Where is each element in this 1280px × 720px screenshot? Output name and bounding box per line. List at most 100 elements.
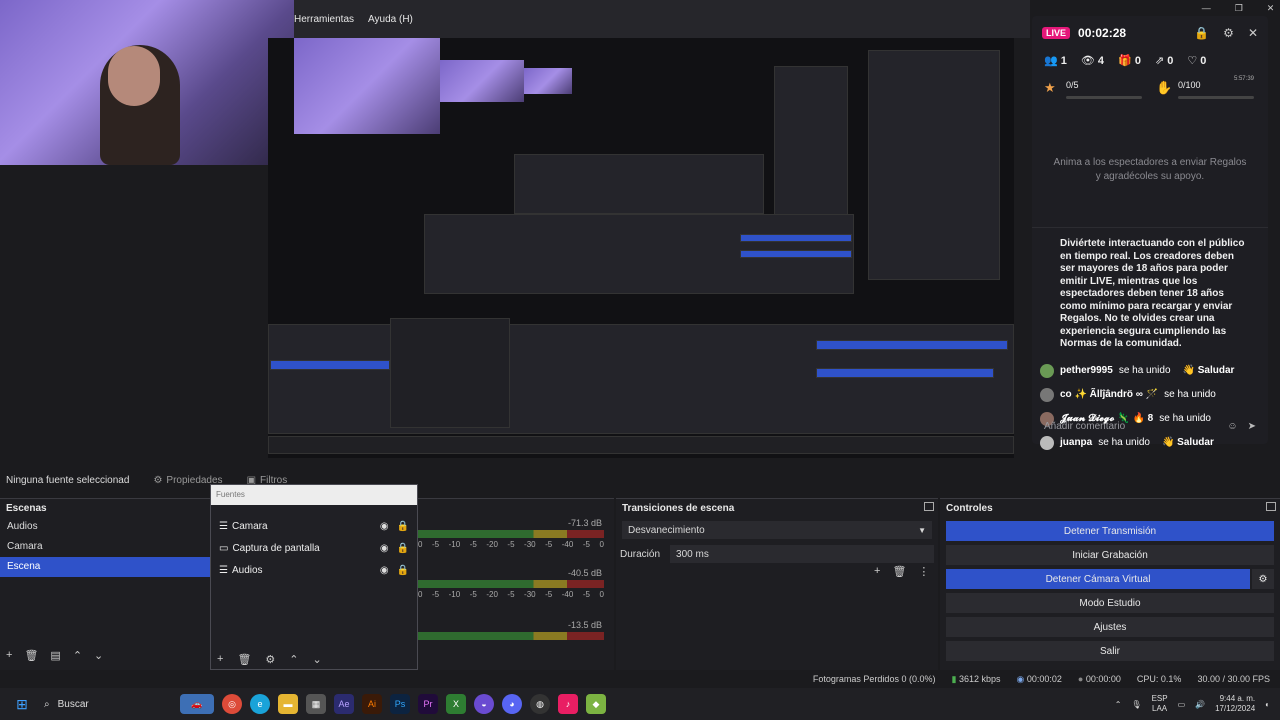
start-recording-button[interactable]: Iniciar Grabación <box>946 545 1274 565</box>
tick: 0 <box>418 540 423 549</box>
lock-icon[interactable]: 🔒 <box>397 543 409 554</box>
source-item-camara[interactable]: ☰ Camara ◉ 🔒 <box>211 515 417 537</box>
greet-button[interactable]: 👋 Saludar <box>1162 437 1214 448</box>
greet-button[interactable]: 👋 Saludar <box>1183 365 1235 376</box>
chevron-up-icon[interactable]: ⌃ <box>1115 700 1122 709</box>
lock-icon[interactable]: 🔒 <box>1194 26 1209 40</box>
illustrator-icon[interactable]: Ai <box>362 694 382 714</box>
virtual-camera-settings-icon[interactable]: ⚙ <box>1252 569 1274 589</box>
source-item-capture[interactable]: ▭ Captura de pantalla ◉ 🔒 <box>211 537 417 559</box>
volume-icon[interactable]: 🔊 <box>1195 700 1205 709</box>
audio-meter-3 <box>418 632 604 640</box>
add-icon[interactable]: + <box>874 565 880 578</box>
minimize-icon[interactable]: — <box>1202 3 1211 13</box>
chat-goals: ★ 0/5 ✋ 0/100 5:57:39 <box>1032 70 1268 112</box>
preview-blue-1 <box>740 234 852 242</box>
trash-icon[interactable]: 🗑 <box>24 649 38 662</box>
after-effects-icon[interactable]: Ae <box>334 694 354 714</box>
obs-preview[interactable] <box>268 38 1014 458</box>
add-icon[interactable]: + <box>217 653 223 666</box>
bitrate-value: 3612 kbps <box>958 673 1001 684</box>
edge-icon[interactable]: e <box>250 694 270 714</box>
stop-virtual-camera-button[interactable]: Detener Cámara Virtual <box>946 569 1250 589</box>
tick: -5 <box>507 590 515 599</box>
transition-select[interactable]: Desvanecimiento ▼ <box>622 521 932 539</box>
controls-title-text: Controles <box>946 502 993 514</box>
photoshop-icon[interactable]: Ps <box>390 694 410 714</box>
preview-blue-2 <box>740 250 852 258</box>
app-icon[interactable]: ◆ <box>586 694 606 714</box>
trash-icon[interactable]: 🗑 <box>892 565 906 578</box>
trash-icon[interactable]: 🗑 <box>237 653 251 666</box>
add-icon[interactable]: + <box>6 649 12 662</box>
exit-button[interactable]: Salir <box>946 641 1274 661</box>
eye-icon[interactable]: ◉ <box>380 543 389 554</box>
eye-icon[interactable]: ◉ <box>380 521 389 532</box>
popout-icon[interactable] <box>924 502 934 511</box>
obs-icon[interactable]: ◍ <box>530 694 550 714</box>
transition-type: Desvanecimiento <box>628 524 705 536</box>
list-icon: ☰ <box>219 520 228 532</box>
emoji-icon[interactable]: ☺ <box>1227 421 1237 432</box>
live-timer: 00:02:28 <box>1078 26 1127 40</box>
close-icon[interactable]: ✕ <box>1267 3 1275 14</box>
cpu-usage: CPU: 0.1% <box>1136 674 1182 684</box>
chat-username: juanpa <box>1060 437 1093 448</box>
store-icon[interactable]: ▦ <box>306 694 326 714</box>
gear-icon[interactable]: ⚙ <box>265 653 275 666</box>
premiere-icon[interactable]: Pr <box>418 694 438 714</box>
down-icon[interactable]: ⌄ <box>313 653 322 666</box>
studio-mode-button[interactable]: Modo Estudio <box>946 593 1274 613</box>
eye-icon[interactable]: ◉ <box>380 565 389 576</box>
notification-icon[interactable]: ◐ <box>1265 700 1270 709</box>
menu-tools[interactable]: Herramientas <box>294 14 354 34</box>
chat-message: co ✨ Ãllĵândrö ∞ 🪄 se ha unido <box>1032 383 1268 407</box>
duration-input[interactable]: 300 ms <box>670 545 934 563</box>
region-code: LAA <box>1152 704 1168 713</box>
discord-icon[interactable]: ◕ <box>502 694 522 714</box>
source-item-audios[interactable]: ☰ Audios ◉ 🔒 <box>211 559 417 581</box>
windows-start-icon[interactable]: ⊞ <box>12 694 32 714</box>
tick: 0 <box>599 590 604 599</box>
lock-icon[interactable]: 🔒 <box>397 565 409 576</box>
widget-icon[interactable]: 🚗 <box>180 694 214 714</box>
send-icon[interactable]: ➤ <box>1248 421 1256 432</box>
close-chat-icon[interactable]: ✕ <box>1248 26 1258 40</box>
sources-header: Fuentes <box>211 485 417 505</box>
scene-item-escena[interactable]: Escena <box>0 557 210 577</box>
settings-icon[interactable]: ⚙ <box>1223 26 1234 40</box>
down-icon[interactable]: ⌄ <box>94 649 103 662</box>
tiktok-icon[interactable]: ♪ <box>558 694 578 714</box>
stop-stream-button[interactable]: Detener Transmisión <box>946 521 1274 541</box>
up-icon[interactable]: ⌃ <box>289 653 298 666</box>
settings-button[interactable]: Ajustes <box>946 617 1274 637</box>
clock[interactable]: 9:44 a. m. 17/12/2024 <box>1215 694 1255 714</box>
chrome-icon[interactable]: ◎ <box>222 694 242 714</box>
scene-item-camara[interactable]: Camara <box>0 537 210 557</box>
menu-help[interactable]: Ayuda (H) <box>368 14 413 34</box>
tick: -5 <box>431 590 440 599</box>
source-name: Captura de pantalla <box>232 542 320 554</box>
folder-icon[interactable]: ▬ <box>278 694 298 714</box>
popout-icon[interactable] <box>1266 502 1276 511</box>
comment-input[interactable]: Añadir comentario ☺ ➤ <box>1036 414 1264 438</box>
filter-icon[interactable]: ▤ <box>50 649 60 662</box>
chat-app-icon[interactable]: ◒ <box>474 694 494 714</box>
network-icon[interactable]: ▭ <box>1178 700 1186 709</box>
microphone-icon[interactable]: 🎙 <box>1131 700 1141 709</box>
tick: -5 <box>545 540 553 549</box>
scene-item-audios[interactable]: Audios <box>0 517 210 537</box>
chat-username: pether9995 <box>1060 365 1113 376</box>
goal-2: ✋ 0/100 5:57:39 <box>1154 76 1258 106</box>
restore-icon[interactable]: ❐ <box>1235 3 1243 14</box>
taskbar-search[interactable]: ⌕ Buscar <box>36 691 176 717</box>
xbox-icon[interactable]: X <box>446 694 466 714</box>
lock-icon[interactable]: 🔒 <box>397 521 409 532</box>
language-indicator[interactable]: ESP LAA <box>1152 694 1168 714</box>
goal-1-value: 0/5 <box>1066 80 1079 90</box>
more-icon[interactable]: ⋮ <box>918 565 929 578</box>
rec-time-value: 00:00:00 <box>1085 674 1121 684</box>
virtual-cam-row: Detener Cámara Virtual ⚙ <box>946 565 1274 589</box>
scenes-title: Escenas <box>0 499 210 517</box>
up-icon[interactable]: ⌃ <box>73 649 82 662</box>
